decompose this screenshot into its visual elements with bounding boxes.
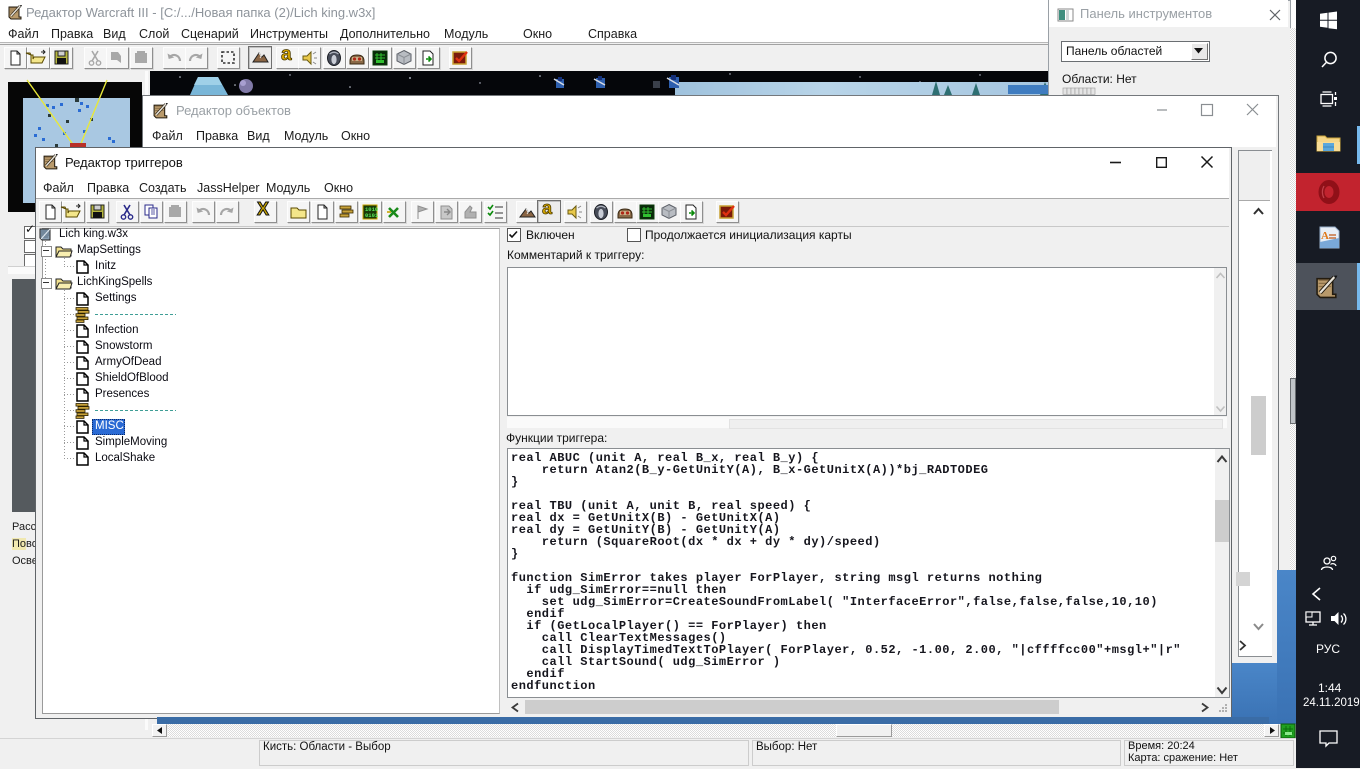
svg-text:0101: 0101 xyxy=(365,212,379,219)
svg-text:A: A xyxy=(1321,230,1329,242)
